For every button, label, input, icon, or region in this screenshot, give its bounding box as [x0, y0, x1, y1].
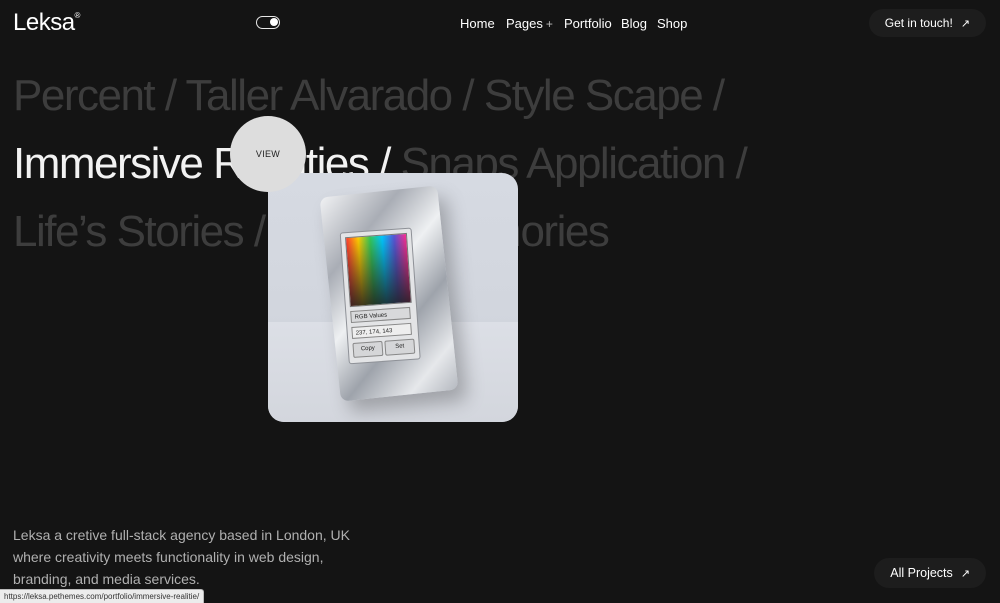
logo-registered-mark: ®	[74, 11, 81, 20]
view-cursor-badge[interactable]: VIEW	[230, 116, 306, 192]
color-spectrum	[345, 232, 412, 308]
logo-text: Leksa	[13, 9, 75, 36]
get-in-touch-label: Get in touch!	[884, 16, 953, 30]
nav-pages-label: Pages	[506, 16, 543, 31]
arrow-up-right-icon: ↗	[960, 567, 970, 580]
project-taller-alvarado[interactable]: Taller Alvarado	[186, 71, 454, 120]
nav-shop[interactable]: Shop	[657, 16, 687, 31]
arrow-up-right-icon: ↗	[960, 17, 970, 30]
separator: /	[712, 71, 725, 120]
project-line: Percent / Taller Alvarado / Style Scape …	[13, 62, 993, 130]
all-projects-label: All Projects	[890, 566, 953, 580]
project-preview-image[interactable]: RGB Values 237, 174, 143 Copy Set	[268, 173, 518, 422]
rgb-value: 237, 174, 143	[351, 322, 412, 339]
separator: /	[253, 207, 266, 256]
copy-button: Copy	[352, 340, 384, 358]
foil-packet-image: RGB Values 237, 174, 143 Copy Set	[319, 185, 459, 402]
all-projects-button[interactable]: All Projects ↗	[874, 558, 986, 588]
project-lifes-stories[interactable]: Life’s Stories	[13, 207, 245, 256]
set-button: Set	[384, 338, 416, 356]
separator: /	[462, 71, 474, 120]
project-style-scape[interactable]: Style Scape	[484, 71, 704, 120]
color-picker-widget: RGB Values 237, 174, 143 Copy Set	[339, 227, 421, 365]
separator: /	[164, 71, 177, 120]
page: Leksa® Home Pages + Portfolio Blog Shop G…	[0, 0, 1000, 603]
logo[interactable]: Leksa®	[13, 9, 80, 37]
theme-toggle-icon[interactable]	[256, 16, 280, 29]
toggle-knob	[270, 18, 278, 26]
separator: /	[735, 139, 748, 188]
about-text: Leksa a cretive full-stack agency based …	[13, 527, 350, 587]
plus-icon: +	[545, 17, 553, 31]
status-bar-url: https://leksa.pethemes.com/portfolio/imm…	[0, 589, 205, 603]
nav-portfolio[interactable]: Portfolio	[564, 16, 612, 31]
get-in-touch-button[interactable]: Get in touch! ↗	[868, 9, 986, 37]
project-percent[interactable]: Percent	[13, 71, 156, 120]
nav-pages[interactable]: Pages +	[506, 16, 553, 31]
nav-home[interactable]: Home	[460, 16, 495, 31]
nav-blog[interactable]: Blog	[621, 16, 647, 31]
rgb-select: RGB Values	[350, 306, 411, 324]
